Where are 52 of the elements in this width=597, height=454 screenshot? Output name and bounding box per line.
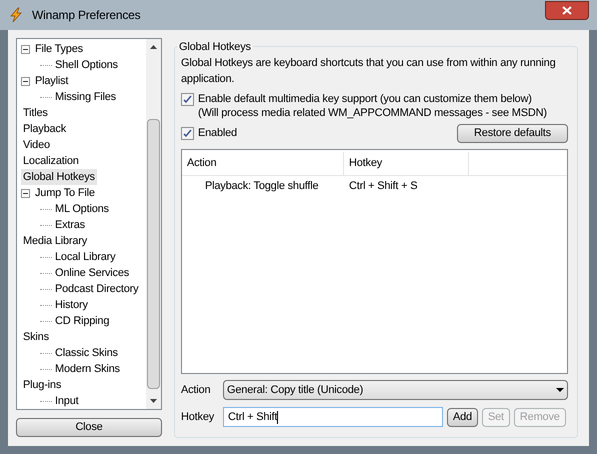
action-button[interactable]: Add (447, 408, 478, 426)
tree-item[interactable]: Jump To File (33, 184, 97, 202)
column-header[interactable]: Hotkey (344, 152, 469, 176)
tree-item[interactable]: ML Options (53, 200, 111, 218)
tree-item[interactable]: Local Library (53, 248, 118, 266)
group-title: Global Hotkeys (177, 39, 253, 56)
tree-item[interactable]: Skins (21, 328, 51, 346)
tree-item[interactable]: Podcast Directory (53, 280, 140, 298)
tree-item[interactable]: CD Ripping (53, 312, 112, 330)
collapse-icon[interactable] (21, 44, 30, 54)
checkbox[interactable] (181, 93, 194, 106)
dropdown-arrow-icon (556, 388, 564, 392)
column-header[interactable]: Action (182, 152, 344, 176)
checkbox[interactable] (181, 127, 194, 140)
close-button[interactable] (545, 0, 589, 20)
checkbox-label: Enabled (198, 126, 237, 142)
window-title: Winamp Preferences (32, 7, 140, 24)
action-dropdown[interactable]: General: Copy title (Unicode) (223, 380, 568, 400)
hotkey-field[interactable]: Ctrl + Shift (223, 407, 443, 427)
tree-item[interactable]: Localization (21, 152, 81, 170)
collapse-icon[interactable] (21, 76, 30, 86)
scroll-down-icon[interactable] (150, 399, 157, 403)
tree-item[interactable]: Media Library (21, 232, 90, 250)
restore-defaults-button[interactable]: Restore defaults (457, 124, 568, 143)
scroll-up-icon[interactable] (150, 45, 157, 49)
tree-item[interactable]: Plug-ins (21, 376, 64, 394)
table-cell-text: Playback: Toggle shuffle (204, 179, 320, 194)
tree-item[interactable]: Online Services (53, 264, 132, 282)
lightning-icon (8, 7, 24, 23)
description: Global Hotkeys are keyboard shortcuts that you can use from within any running application. (181, 56, 556, 87)
table-cell-text: Ctrl + Shift + S (348, 179, 418, 194)
tree-item[interactable]: Missing Files (53, 88, 118, 106)
checkbox-label: Enable default multimedia key support (you can customize them below) (198, 92, 533, 106)
close-button[interactable]: Close (16, 418, 162, 437)
close-icon (562, 6, 572, 14)
collapse-icon[interactable] (21, 188, 30, 198)
scrollbar[interactable] (146, 39, 161, 409)
tree-item[interactable]: Playback (21, 120, 68, 138)
tree-item[interactable]: Playlist (33, 72, 70, 90)
tree-item[interactable]: Video (21, 136, 52, 154)
tree-item[interactable]: Input (53, 392, 80, 409)
tree-item[interactable]: Extras (53, 216, 87, 234)
tree-item[interactable]: Global Hotkeys (21, 168, 97, 186)
hotkey-label: Hotkey (181, 410, 216, 425)
tree-item[interactable]: File Types (33, 40, 85, 58)
tree-item[interactable]: Shell Options (53, 56, 120, 74)
checkbox-note: (Will process media related WM_APPCOMMAND messages - see MSDN) (198, 106, 547, 120)
tree-item[interactable]: Modern Skins (53, 360, 122, 378)
action-label: Action (181, 382, 212, 398)
tree-item[interactable]: History (53, 296, 90, 314)
tree-item[interactable]: Classic Skins (53, 344, 120, 362)
tree-item[interactable]: Titles (21, 104, 50, 122)
